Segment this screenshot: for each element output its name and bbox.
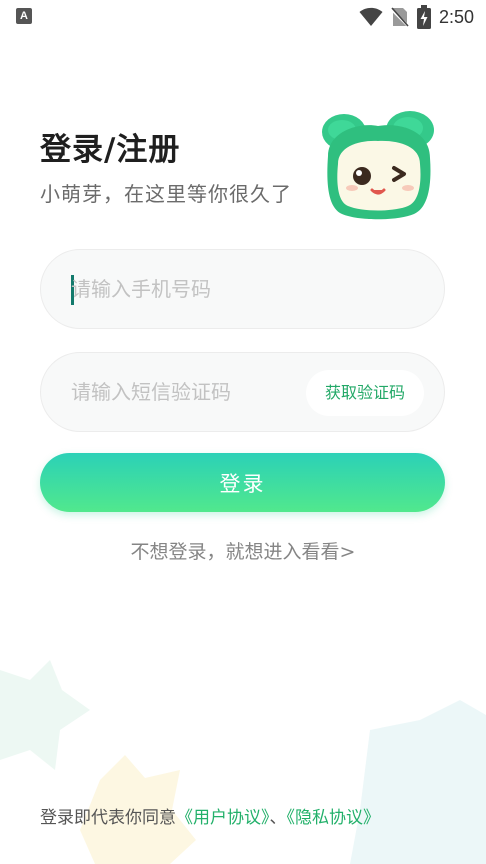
page-subtitle: 小萌芽，在这里等你很久了 <box>40 182 292 206</box>
get-code-button[interactable]: 获取验证码 <box>306 370 424 416</box>
phone-field-container <box>40 249 445 329</box>
battery-charging-icon <box>416 5 431 29</box>
sprout-mascot-icon <box>322 111 434 220</box>
status-icons: 2:50 <box>359 4 474 30</box>
page-title: 登录/注册 <box>40 132 181 168</box>
login-button[interactable]: 登录 <box>40 453 445 512</box>
code-field-container: 获取验证码 <box>40 352 445 432</box>
status-time: 2:50 <box>438 6 474 27</box>
sms-code-input[interactable] <box>71 353 291 431</box>
agreement-text: 登录即代表你同意《用户协议》、《隐私协议》 <box>40 803 380 828</box>
phone-input[interactable] <box>71 250 411 328</box>
background-decoration <box>0 660 486 864</box>
user-agreement-link[interactable]: 《用户协议》 <box>176 808 270 828</box>
notification-a-icon: A <box>16 8 32 24</box>
wifi-icon <box>359 7 383 26</box>
privacy-agreement-link[interactable]: 《隐私协议》 <box>287 808 381 828</box>
status-bar: A 2:50 <box>0 0 486 34</box>
no-sim-icon <box>390 7 409 28</box>
skip-login-link[interactable]: 不想登录，就想进入看看> <box>0 537 486 564</box>
agreement-separator: 、 <box>269 808 287 828</box>
agreement-prefix: 登录即代表你同意 <box>40 808 176 828</box>
